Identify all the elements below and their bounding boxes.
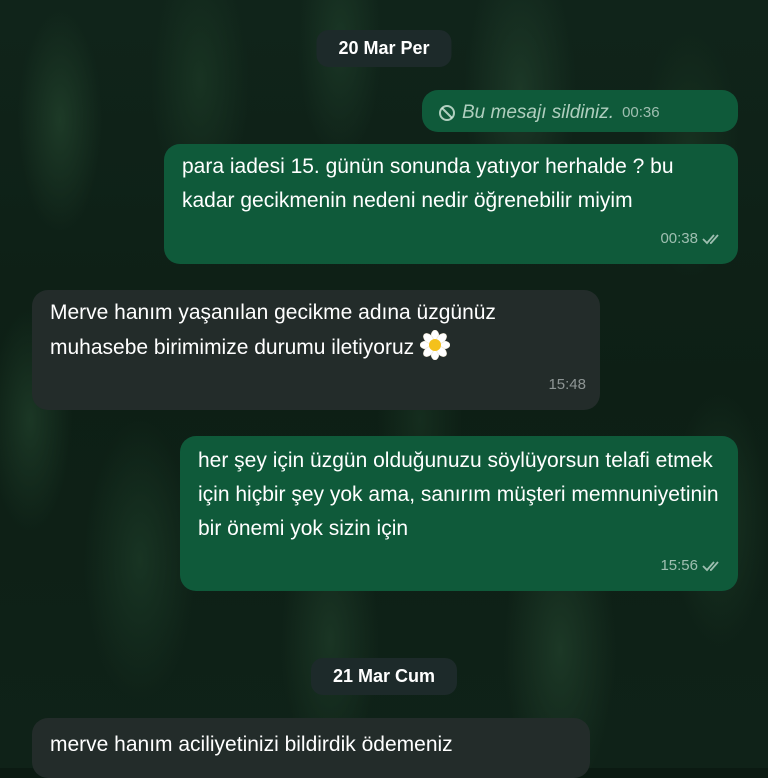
date-separator: 20 Mar Per xyxy=(316,30,452,67)
message-meta: 00:38 xyxy=(660,222,724,256)
message-incoming[interactable]: Merve hanım yaşanılan gecikme adına üzgü… xyxy=(32,290,600,410)
message-incoming[interactable]: merve hanım aciliyetinizi bildirdik ödem… xyxy=(32,718,590,778)
message-deleted[interactable]: Bu mesajı sildiniz. 00:36 xyxy=(422,90,738,132)
date-separator: 21 Mar Cum xyxy=(310,658,458,695)
prohibited-icon xyxy=(439,105,455,121)
message-time: 15:48 xyxy=(548,376,586,393)
message-time: 15:56 xyxy=(660,557,698,574)
message-outgoing[interactable]: para iadesi 15. günün sonunda yatıyor he… xyxy=(164,144,738,264)
message-text: merve hanım aciliyetinizi bildirdik ödem… xyxy=(50,733,453,756)
flower-emoji-icon xyxy=(419,330,450,360)
message-time: 00:38 xyxy=(660,230,698,247)
message-text: para iadesi 15. günün sonunda yatıyor he… xyxy=(182,155,674,212)
message-text-wrap: Merve hanım yaşanılan gecikme adına üzgü… xyxy=(50,296,582,365)
message-meta: 15:56 xyxy=(660,549,724,583)
double-check-icon xyxy=(702,234,719,245)
deleted-text: Bu mesajı sildiniz. xyxy=(462,102,615,123)
double-check-icon xyxy=(702,561,719,572)
message-outgoing[interactable]: her şey için üzgün olduğunuzu söylüyorsu… xyxy=(180,436,738,591)
deleted-row: Bu mesajı sildiniz. 00:36 xyxy=(438,96,722,130)
message-time: 00:36 xyxy=(622,104,660,121)
message-text: her şey için üzgün olduğunuzu söylüyorsu… xyxy=(198,449,719,540)
message-meta: 15:48 xyxy=(548,368,586,402)
